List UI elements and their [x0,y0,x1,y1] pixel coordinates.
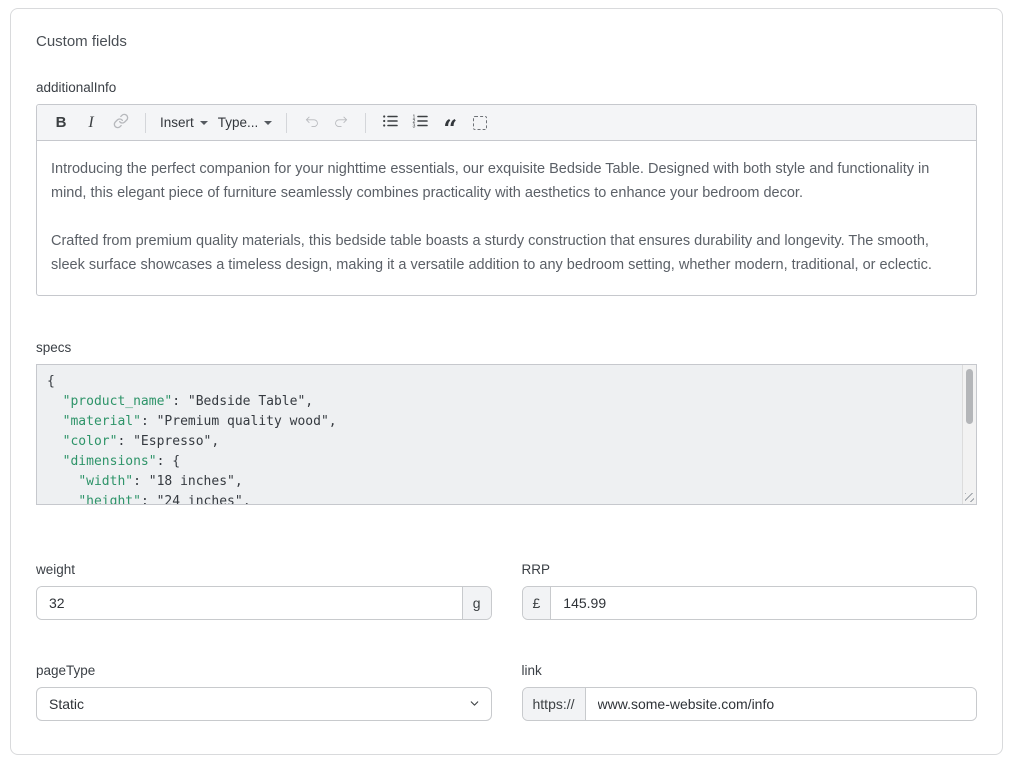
type-dropdown-label: Type... [218,115,259,130]
bullet-list-button[interactable] [376,109,404,137]
specs-label: specs [36,340,977,355]
chevron-down-icon [200,121,208,125]
weight-label: weight [36,562,492,577]
quote-icon: “ [443,112,457,134]
rte-paragraph: Introducing the perfect companion for yo… [51,157,962,205]
rrp-input[interactable] [551,587,976,619]
additionalinfo-label: additionalInfo [36,80,977,95]
scrollbar-thumb[interactable] [966,369,973,424]
undo-icon [303,113,320,133]
rte-toolbar: B I Insert Type... [37,105,976,141]
numbered-list-icon: 1 2 3 [412,113,428,132]
toolbar-separator [145,113,146,133]
page: Custom fields additionalInfo B I Inser [0,0,1013,769]
redo-icon [333,113,350,133]
bullet-list-icon [382,113,398,132]
custom-fields-card: Custom fields additionalInfo B I Inser [10,8,1003,755]
pagetype-select[interactable]: Static [36,687,492,721]
code-line: "height": "24 inches", [47,492,952,505]
specs-code-editor[interactable]: { "product_name": "Bedside Table", "mate… [36,364,977,505]
link-label: link [522,663,978,678]
link-input[interactable] [586,688,976,720]
code-line: "color": "Espresso", [47,432,952,452]
weight-input-group: g [36,586,492,620]
code-line: "product_name": "Bedside Table", [47,392,952,412]
rte-content[interactable]: Introducing the perfect companion for yo… [37,141,976,295]
rte-paragraph: Crafted from premium quality materials, … [51,229,962,277]
link-field-group: link https:// [522,663,978,721]
svg-text:3: 3 [413,123,416,129]
code-line: "width": "18 inches", [47,472,952,492]
redo-button[interactable] [327,109,355,137]
dashed-box-icon [473,116,487,130]
bold-button[interactable]: B [47,109,75,137]
code-line: { [47,372,952,392]
link-button[interactable] [107,109,135,137]
link-input-group: https:// [522,687,978,721]
undo-button[interactable] [297,109,325,137]
additionalinfo-editor: B I Insert Type... [36,104,977,296]
code-line: "dimensions": { [47,452,952,472]
pagetype-label: pageType [36,663,492,678]
type-dropdown[interactable]: Type... [214,109,277,137]
card-title: Custom fields [36,33,977,50]
pagetype-select-wrap: Static [36,687,492,721]
specs-code: { "product_name": "Bedside Table", "mate… [37,365,976,505]
weight-field-group: weight g [36,562,492,620]
weight-unit-addon: g [462,587,491,619]
resize-handle-icon[interactable] [965,493,974,502]
toolbar-separator [365,113,366,133]
insert-dropdown-label: Insert [160,115,194,130]
code-line: "material": "Premium quality wood", [47,412,952,432]
link-icon [113,113,129,132]
weight-input[interactable] [37,587,462,619]
rrp-field-group: RRP £ [522,562,978,620]
rrp-input-group: £ [522,586,978,620]
protocol-addon: https:// [523,688,586,720]
rrp-label: RRP [522,562,978,577]
pagetype-field-group: pageType Static [36,663,492,721]
numbered-list-button[interactable]: 1 2 3 [406,109,434,137]
chevron-down-icon [264,121,272,125]
code-block-button[interactable] [466,109,494,137]
scrollbar-track[interactable] [962,365,976,504]
insert-dropdown[interactable]: Insert [156,109,212,137]
blockquote-button[interactable]: “ [436,109,464,137]
currency-addon: £ [523,587,552,619]
toolbar-separator [286,113,287,133]
italic-button[interactable]: I [77,109,105,137]
